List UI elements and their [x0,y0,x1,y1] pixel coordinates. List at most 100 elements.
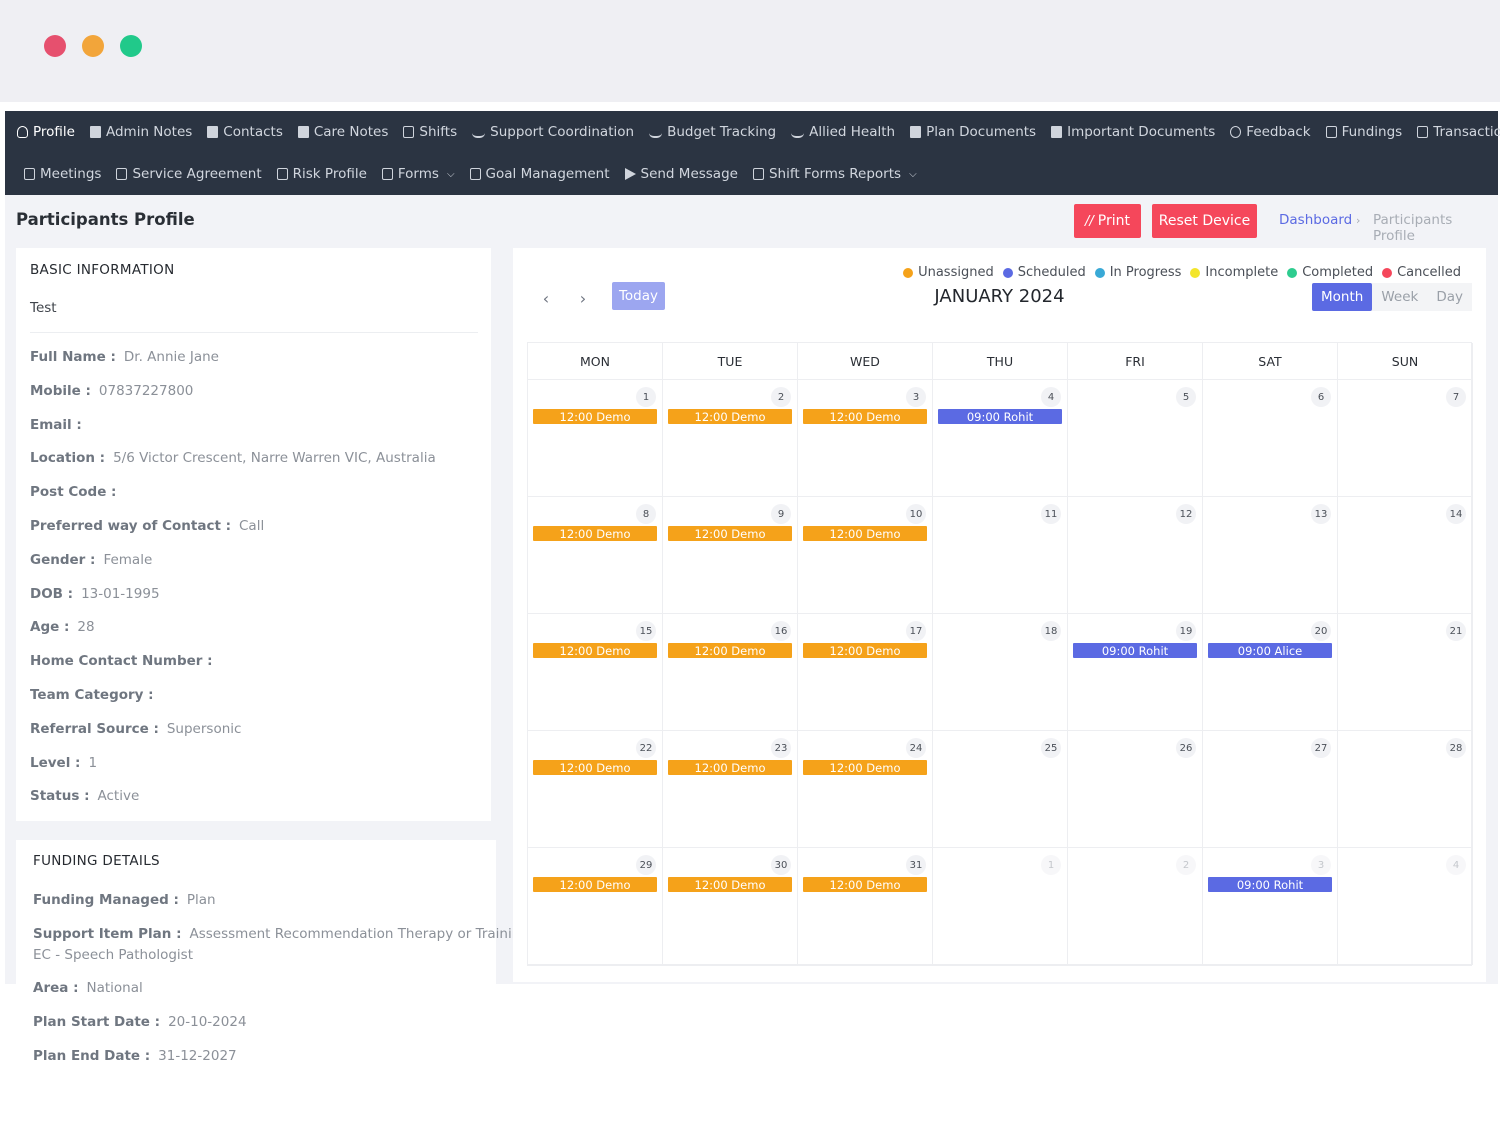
calendar-event[interactable]: 09:00 Rohit [1208,877,1332,892]
view-week-button[interactable]: Week [1372,283,1427,311]
day-cell[interactable]: 11 [933,497,1068,614]
day-cell[interactable]: 28 [1338,731,1473,848]
day-cell[interactable]: 20 09:00 Alice [1203,614,1338,731]
day-cell[interactable]: 26 [1068,731,1203,848]
calendar-event[interactable]: 12:00 Demo [803,877,927,892]
calendar-event[interactable]: 12:00 Demo [533,760,657,775]
nav-item-admin-notes[interactable]: Admin Notes [89,124,192,140]
day-cell[interactable]: 22 12:00 Demo [528,731,663,848]
field-label: Plan End Date : [33,1048,151,1064]
day-cell[interactable]: 25 [933,731,1068,848]
calendar-event[interactable]: 09:00 Rohit [1073,643,1197,658]
day-cell[interactable]: 3 12:00 Demo [798,380,933,497]
day-cell[interactable]: 5 [1068,380,1203,497]
nav-item-service-agreement[interactable]: Service Agreement [116,166,262,182]
nav-item-care-notes[interactable]: Care Notes [297,124,388,140]
day-cell[interactable]: 1 12:00 Demo [528,380,663,497]
view-day-button[interactable]: Day [1427,283,1472,311]
day-cell[interactable]: 9 12:00 Demo [663,497,798,614]
print-button[interactable]: // Print [1074,204,1141,238]
calendar-event[interactable]: 12:00 Demo [668,760,792,775]
calendar-event[interactable]: 12:00 Demo [668,643,792,658]
field-label: Funding Managed : [33,892,179,908]
nav-item-shifts[interactable]: Shifts [403,124,457,140]
day-cell[interactable]: 12 [1068,497,1203,614]
nav-item-forms[interactable]: Forms ⌵ [381,166,455,182]
weekday-header: MON [528,343,663,380]
field-value: Supersonic [166,720,242,737]
view-month-button[interactable]: Month [1312,283,1373,311]
nav-item-budget-tracking[interactable]: Budget Tracking [649,124,776,140]
calendar-event[interactable]: 12:00 Demo [533,877,657,892]
calendar-event[interactable]: 12:00 Demo [803,526,927,541]
target-icon [469,168,481,180]
calendar-event[interactable]: 09:00 Rohit [938,409,1062,424]
field-value: Plan [186,892,216,908]
nav-item-profile[interactable]: Profile [17,124,75,140]
nav-item-transactions[interactable]: Transactions [1417,124,1500,140]
day-cell[interactable]: 2 12:00 Demo [663,380,798,497]
calendar-event[interactable]: 12:00 Demo [668,526,792,541]
nav-item-goal-management[interactable]: Goal Management [469,166,610,182]
calendar-event[interactable]: 12:00 Demo [668,877,792,892]
day-cell[interactable]: 24 12:00 Demo [798,731,933,848]
nav-row-primary: Profile Admin Notes Contacts Care Notes Shif… [17,111,1500,153]
nav-item-fundings[interactable]: Fundings [1325,124,1402,140]
calendar-event[interactable]: 12:00 Demo [803,760,927,775]
calendar-event[interactable]: 12:00 Demo [803,643,927,658]
day-cell[interactable]: 29 12:00 Demo [528,848,663,965]
nav-item-label: Contacts [223,124,283,140]
nav-item-risk-profile[interactable]: Risk Profile [276,166,367,182]
calendar-event[interactable]: 12:00 Demo [668,409,792,424]
day-cell[interactable]: 31 12:00 Demo [798,848,933,965]
day-cell[interactable]: 14 [1338,497,1473,614]
calendar-event[interactable]: 12:00 Demo [533,409,657,424]
section-title: BASIC INFORMATION [30,262,175,278]
day-cell[interactable]: 18 [933,614,1068,731]
day-number: 11 [1041,504,1061,524]
info-row: Mobile : 07837227800 [30,383,193,399]
day-cell[interactable]: 3 09:00 Rohit [1203,848,1338,965]
day-cell[interactable]: 2 [1068,848,1203,965]
window-maximize-icon[interactable] [120,35,142,57]
calendar-event[interactable]: 09:00 Alice [1208,643,1332,658]
day-cell[interactable]: 21 [1338,614,1473,731]
info-row: DOB : 13-01-1995 [30,586,160,602]
window-close-icon[interactable] [44,35,66,57]
field-label: DOB : [30,585,74,602]
calendar-event[interactable]: 12:00 Demo [533,526,657,541]
day-cell[interactable]: 19 09:00 Rohit [1068,614,1203,731]
nav-item-contacts[interactable]: Contacts [207,124,283,140]
page-header: Participants Profile // Print Reset Devi… [5,195,1498,249]
legend-dot-icon [1002,267,1013,278]
day-cell[interactable]: 8 12:00 Demo [528,497,663,614]
nav-item-plan-documents[interactable]: Plan Documents [910,124,1036,140]
reset-device-button[interactable]: Reset Device [1152,204,1257,238]
nav-item-send-message[interactable]: Send Message [624,166,738,182]
day-cell[interactable]: 10 12:00 Demo [798,497,933,614]
window-minimize-icon[interactable] [82,35,104,57]
day-cell[interactable]: 13 [1203,497,1338,614]
day-cell[interactable]: 1 [933,848,1068,965]
nav-item-allied-health[interactable]: Allied Health [791,124,895,140]
nav-item-important-documents[interactable]: Important Documents [1051,124,1215,140]
funding-row: Funding Managed : Plan [33,892,216,908]
day-cell[interactable]: 4 09:00 Rohit [933,380,1068,497]
nav-item-label: Plan Documents [926,124,1037,140]
nav-item-meetings[interactable]: Meetings [24,166,101,182]
day-cell[interactable]: 23 12:00 Demo [663,731,798,848]
day-cell[interactable]: 7 [1338,380,1473,497]
day-cell[interactable]: 15 12:00 Demo [528,614,663,731]
day-cell[interactable]: 16 12:00 Demo [663,614,798,731]
calendar-event[interactable]: 12:00 Demo [533,643,657,658]
day-cell[interactable]: 6 [1203,380,1338,497]
day-cell[interactable]: 27 [1203,731,1338,848]
nav-item-feedback[interactable]: Feedback [1230,124,1311,140]
calendar-event[interactable]: 12:00 Demo [803,409,927,424]
nav-item-support-coordination[interactable]: Support Coordination [472,124,634,140]
day-cell[interactable]: 30 12:00 Demo [663,848,798,965]
nav-item-shift-forms-reports[interactable]: Shift Forms Reports ⌵ [752,166,917,182]
day-cell[interactable]: 17 12:00 Demo [798,614,933,731]
breadcrumb-dashboard[interactable]: Dashboard [1279,212,1352,228]
day-cell[interactable]: 4 [1338,848,1473,965]
